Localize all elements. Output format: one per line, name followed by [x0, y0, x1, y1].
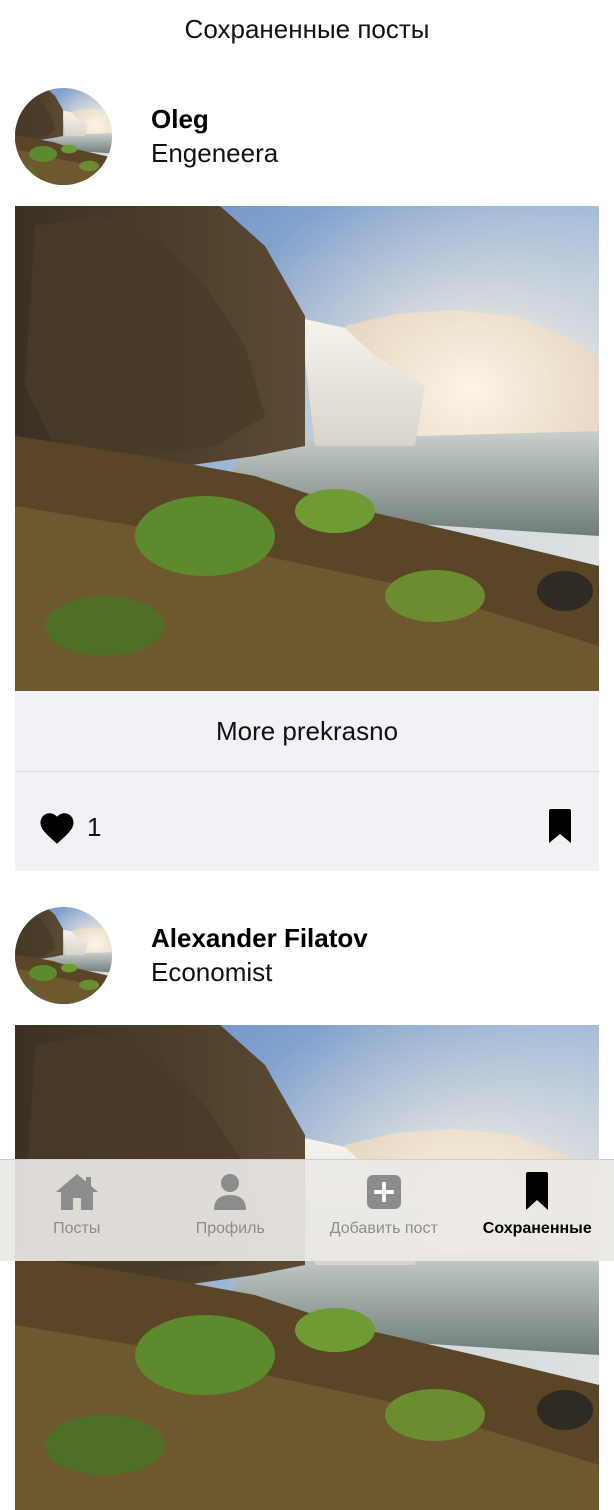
tab-label: Сохраненные — [483, 1220, 592, 1238]
bookmark-icon — [547, 809, 573, 845]
screen-title: Сохраненные посты — [0, 0, 614, 58]
author-avatar[interactable] — [15, 88, 112, 185]
tab-add-post[interactable]: Добавить пост — [307, 1160, 461, 1261]
author-role: Economist — [151, 957, 272, 988]
author-name: Oleg — [151, 104, 209, 135]
post-footer: More prekrasno 1 — [15, 691, 599, 871]
post-card: Oleg Engeneera More prekrasno 1 — [0, 58, 614, 206]
post-description: More prekrasno — [15, 691, 599, 772]
tab-profile[interactable]: Профиль — [154, 1160, 308, 1261]
author-avatar[interactable] — [15, 907, 112, 1004]
tab-label: Профиль — [196, 1220, 265, 1238]
saved-posts-feed[interactable]: Oleg Engeneera More prekrasno 1 — [0, 58, 614, 206]
plus-square-icon — [361, 1170, 407, 1214]
tab-saved[interactable]: Сохраненные — [461, 1160, 614, 1261]
post-header: Alexander Filatov Economist — [0, 877, 614, 1025]
post-image[interactable] — [15, 206, 599, 691]
heart-icon — [39, 811, 75, 845]
bookmark-icon — [514, 1170, 560, 1214]
like-count: 1 — [87, 812, 101, 843]
author-role: Engeneera — [151, 138, 278, 169]
bookmark-button[interactable] — [547, 809, 573, 845]
person-icon — [207, 1170, 253, 1214]
like-button[interactable] — [39, 810, 75, 846]
tab-label: Посты — [53, 1220, 100, 1238]
post-image[interactable] — [15, 1025, 599, 1510]
author-name: Alexander Filatov — [151, 923, 368, 954]
tab-bar: Посты Профиль Добавить пост Сохраненные — [0, 1159, 614, 1261]
tab-label: Добавить пост — [330, 1220, 438, 1238]
post-card: Alexander Filatov Economist — [0, 877, 614, 1025]
tab-posts[interactable]: Посты — [0, 1160, 154, 1261]
post-header: Oleg Engeneera — [0, 58, 614, 206]
house-icon — [54, 1170, 100, 1214]
post-actions: 1 — [15, 772, 599, 871]
